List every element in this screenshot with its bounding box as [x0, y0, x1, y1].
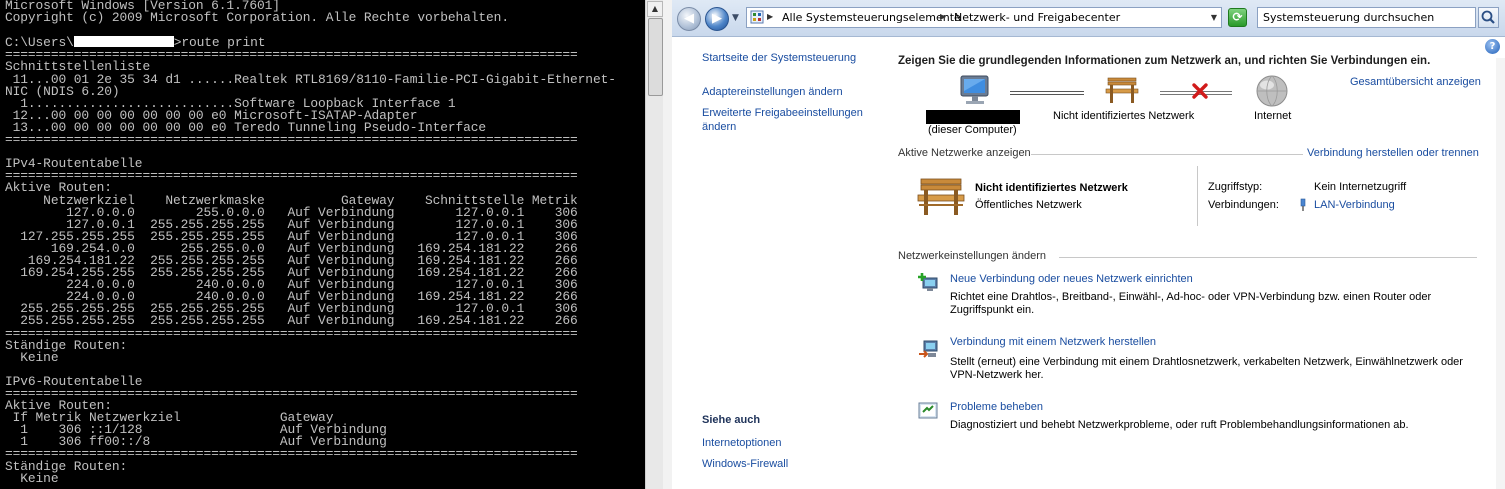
bench-icon: [1105, 77, 1139, 103]
full-map-link[interactable]: Gesamtübersicht anzeigen: [1350, 76, 1481, 88]
task-troubleshoot-link[interactable]: Probleme beheben: [950, 401, 1043, 413]
connect-disconnect-link[interactable]: Verbindung herstellen oder trennen: [1307, 147, 1479, 159]
address-toolbar: ◀ ▶ ▼ ▶ Alle Systemsteuerungselemente ▶ …: [672, 0, 1505, 37]
task-new-connection-desc: Richtet eine Drahtlos-, Breitband-, Einw…: [950, 291, 1432, 316]
section-divider: [1031, 154, 1303, 155]
access-type-value: Kein Internetzugriff: [1314, 181, 1407, 193]
page-title: Zeigen Sie die grundlegenden Information…: [898, 55, 1431, 67]
link-windows-firewall[interactable]: Windows-Firewall: [702, 457, 788, 471]
command-prompt-window[interactable]: Microsoft Windows [Version 6.1.7601] Cop…: [0, 0, 663, 489]
access-type-label: Zugriffstyp:: [1208, 181, 1263, 193]
network-map-label: Nicht identifiziertes Netzwerk: [1053, 110, 1195, 122]
connect-network-icon: [919, 340, 938, 358]
link-adapter-settings[interactable]: Adaptereinstellungen ändern: [702, 85, 843, 99]
window-divider: [663, 0, 672, 489]
breadcrumb-separator-icon[interactable]: ▶: [940, 12, 946, 21]
computer-icon: [960, 75, 989, 104]
breadcrumb-separator-icon[interactable]: ▶: [767, 12, 773, 21]
task-connect-network-link[interactable]: Verbindung mit einem Netzwerk herstellen: [950, 336, 1156, 348]
network-settings-heading: Netzwerkeinstellungen ändern: [898, 250, 1046, 262]
redacted-computer-name: [926, 110, 1020, 124]
redacted-username: [73, 36, 174, 48]
forward-button[interactable]: ▶: [705, 7, 729, 31]
troubleshoot-icon: [918, 402, 938, 419]
public-network-bench-icon: [917, 178, 965, 215]
lan-connection-link[interactable]: LAN-Verbindung: [1314, 199, 1395, 211]
task-connect-network-desc: Stellt (erneut) eine Verbindung mit eine…: [950, 356, 1463, 381]
active-networks-heading: Aktive Netzwerke anzeigen: [898, 147, 1031, 159]
console-output: Microsoft Windows [Version 6.1.7601] Cop…: [5, 0, 616, 486]
recent-pages-dropdown-icon[interactable]: ▼: [732, 13, 739, 23]
see-also-heading: Siehe auch: [702, 414, 761, 426]
internet-globe-icon: [1256, 75, 1288, 107]
back-button[interactable]: ◀: [677, 7, 701, 31]
help-icon[interactable]: ?: [1485, 39, 1500, 54]
connections-label: Verbindungen:: [1208, 199, 1279, 211]
network-sharing-center-window: ◀ ▶ ▼ ▶ Alle Systemsteuerungselemente ▶ …: [672, 0, 1505, 489]
search-input[interactable]: Systemsteuerung durchsuchen: [1257, 7, 1476, 28]
search-button[interactable]: [1478, 7, 1499, 28]
console-scrollbar[interactable]: ▲: [645, 0, 663, 489]
scroll-up-arrow-icon[interactable]: ▲: [647, 1, 663, 17]
task-new-connection-link[interactable]: Neue Verbindung oder neues Netzwerk einr…: [950, 273, 1193, 285]
address-dropdown-icon[interactable]: ▼: [1211, 13, 1217, 22]
breadcrumb-network-sharing-center[interactable]: Netzwerk- und Freigabecenter: [954, 11, 1120, 24]
task-troubleshoot-desc: Diagnostiziert und behebt Netzwerkproble…: [950, 419, 1409, 431]
search-icon: [1481, 10, 1495, 24]
window-scrollbar[interactable]: [1496, 58, 1505, 489]
breadcrumb-all-control-panel-items[interactable]: Alle Systemsteuerungselemente: [782, 11, 961, 24]
this-computer-label: (dieser Computer): [928, 124, 1017, 136]
network-name: Nicht identifiziertes Netzwerk: [975, 182, 1128, 194]
scrollbar-thumb[interactable]: [648, 18, 663, 96]
internet-label: Internet: [1254, 110, 1292, 122]
no-connection-x-icon: [1192, 83, 1208, 99]
link-internet-options[interactable]: Internetoptionen: [702, 436, 782, 450]
network-type[interactable]: Öffentliches Netzwerk: [975, 199, 1082, 211]
network-details-divider: [1197, 166, 1198, 226]
connection-line: [1010, 91, 1084, 95]
lan-connection-icon: [1300, 198, 1306, 211]
link-advanced-sharing-settings[interactable]: Erweiterte Freigabeeinstellungen ändern: [702, 106, 872, 134]
link-control-panel-home[interactable]: Startseite der Systemsteuerung: [702, 51, 856, 65]
control-panel-icon: [750, 10, 764, 24]
section-divider: [1059, 257, 1477, 258]
new-connection-icon: [918, 273, 938, 291]
refresh-button[interactable]: ⟳: [1228, 8, 1247, 27]
address-bar[interactable]: ▶ Alle Systemsteuerungselemente ▶ Netzwe…: [746, 7, 1222, 28]
